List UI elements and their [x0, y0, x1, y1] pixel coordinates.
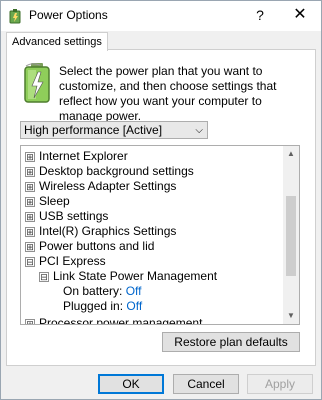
tree-item-power-buttons[interactable]: ⊞ Power buttons and lid — [25, 239, 154, 254]
vertical-scrollbar[interactable]: ▲ ▼ — [283, 146, 299, 324]
restore-defaults-button[interactable]: Restore plan defaults — [162, 332, 300, 352]
expand-icon[interactable]: ⊞ — [25, 318, 35, 324]
tree-item-pci-express[interactable]: ⊟ PCI Express — [25, 254, 106, 269]
tree-item-label: Internet Explorer — [39, 149, 128, 163]
tree-item-plugged-in: Plugged in: Off — [63, 299, 142, 314]
power-options-window: Power Options ? ✕ Advanced settings Sele… — [0, 0, 322, 400]
on-battery-value[interactable]: Off — [126, 284, 142, 298]
tree-item-processor-power[interactable]: ⊞ Processor power management — [25, 316, 202, 324]
tree-item-sleep[interactable]: ⊞ Sleep — [25, 194, 70, 209]
tree-item-label: USB settings — [39, 209, 109, 223]
tree-item-label: Sleep — [39, 194, 70, 208]
close-button[interactable]: ✕ — [287, 3, 313, 27]
scroll-thumb[interactable] — [286, 196, 296, 276]
tree-item-on-battery: On battery: Off — [63, 284, 142, 299]
tree-item-label: Wireless Adapter Settings — [39, 179, 177, 193]
title-bar: Power Options ? ✕ — [1, 1, 321, 31]
scroll-up-icon[interactable]: ▲ — [283, 146, 299, 162]
settings-tree: ⊞ Internet Explorer ⊞ Desktop background s… — [20, 145, 300, 325]
plan-description: Select the power plan that you want to c… — [59, 64, 277, 123]
tab-advanced-settings[interactable]: Advanced settings — [6, 32, 108, 51]
expand-icon[interactable]: ⊞ — [25, 241, 35, 252]
power-plan-selected: High performance [Active] — [24, 123, 163, 137]
tree-item-label: Processor power management — [39, 316, 203, 324]
settings-tree-view: ⊞ Internet Explorer ⊞ Desktop background s… — [21, 146, 283, 324]
setting-label: Plugged in: — [63, 299, 124, 313]
battery-plan-icon — [24, 63, 50, 103]
ok-button[interactable]: OK — [98, 374, 164, 394]
tree-item-label: Intel(R) Graphics Settings — [39, 224, 177, 238]
window-title: Power Options — [29, 8, 108, 22]
scroll-down-icon[interactable]: ▼ — [283, 308, 299, 324]
tree-item-desktop-background[interactable]: ⊞ Desktop background settings — [25, 164, 194, 179]
tree-item-internet-explorer[interactable]: ⊞ Internet Explorer — [25, 149, 128, 164]
expand-icon[interactable]: ⊞ — [25, 211, 35, 222]
chevron-down-icon: ⌵ — [195, 125, 203, 136]
help-button[interactable]: ? — [247, 3, 273, 27]
tree-item-label: Power buttons and lid — [39, 239, 155, 253]
power-options-icon — [9, 9, 21, 24]
tree-item-intel-graphics[interactable]: ⊞ Intel(R) Graphics Settings — [25, 224, 176, 239]
expand-icon[interactable]: ⊞ — [25, 181, 35, 192]
power-plan-select[interactable]: High performance [Active] ⌵ — [20, 121, 208, 139]
tree-item-label: PCI Express — [39, 254, 106, 268]
tree-item-label: Link State Power Management — [53, 269, 218, 283]
tree-item-link-state[interactable]: ⊟ Link State Power Management — [39, 269, 217, 284]
tree-item-wireless-adapter[interactable]: ⊞ Wireless Adapter Settings — [25, 179, 176, 194]
tree-item-usb-settings[interactable]: ⊞ USB settings — [25, 209, 108, 224]
expand-icon[interactable]: ⊞ — [25, 226, 35, 237]
apply-button: Apply — [247, 374, 313, 394]
plugged-in-value[interactable]: Off — [126, 299, 142, 313]
tree-item-label: Desktop background settings — [39, 164, 194, 178]
expand-icon[interactable]: ⊞ — [25, 151, 35, 162]
collapse-icon[interactable]: ⊟ — [39, 271, 49, 282]
cancel-button[interactable]: Cancel — [173, 374, 239, 394]
setting-label: On battery: — [63, 284, 123, 298]
collapse-icon[interactable]: ⊟ — [25, 256, 35, 267]
expand-icon[interactable]: ⊞ — [25, 166, 35, 177]
expand-icon[interactable]: ⊞ — [25, 196, 35, 207]
